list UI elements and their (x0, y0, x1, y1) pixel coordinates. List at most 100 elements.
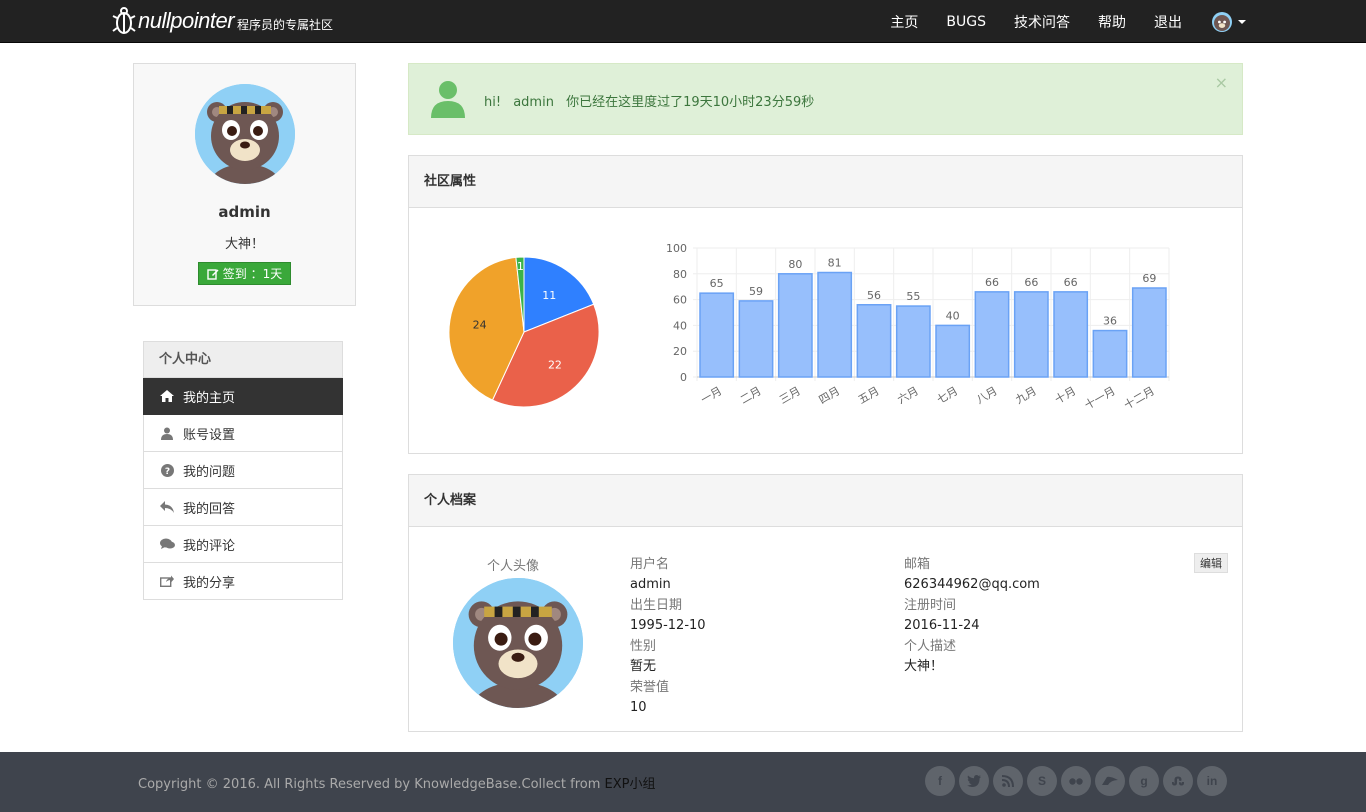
menu-item-label: 我的分享 (183, 575, 236, 591)
avatar (1212, 11, 1232, 32)
bar-value-label-8: 66 (1024, 276, 1038, 289)
user-dropdown[interactable] (1212, 11, 1246, 32)
nav-help[interactable]: 帮助 (1084, 12, 1140, 32)
facebook-icon[interactable]: f (925, 766, 955, 796)
x-tick-label-0: 一月 (699, 384, 725, 406)
menu-item-my-answers[interactable]: 我的回答 (143, 489, 343, 526)
flickr-icon[interactable] (1061, 766, 1091, 796)
welcome-alert: hi! admin 你已经在这里度过了19天10小时23分59秒 × (408, 63, 1243, 135)
field-label-birthday: 出生日期 (630, 598, 683, 613)
panel-title: 社区属性 (409, 156, 1242, 208)
navbar: nullpointer 程序员的专属社区 主页 BUGS 技术问答 帮助 退出 (0, 0, 1366, 43)
menu-item-label: 我的评论 (183, 538, 236, 554)
field-label-email: 邮箱 (904, 557, 931, 572)
home-icon (159, 390, 175, 402)
bar-1 (738, 300, 774, 378)
x-tick-label-2: 三月 (777, 384, 803, 406)
menu-item-label: 我的回答 (183, 501, 236, 517)
skype-icon[interactable]: S (1027, 766, 1057, 796)
y-tick-label-5: 100 (666, 242, 687, 255)
field-label-honor: 荣誉值 (630, 680, 670, 695)
x-tick-label-4: 五月 (856, 384, 882, 406)
profile-fields-right: 邮箱 626344962@qq.com 注册时间 2016-11-24 个人描述… (904, 555, 1040, 678)
user-icon (431, 81, 465, 118)
x-tick-label-8: 九月 (1013, 384, 1039, 406)
bar-value-label-4: 56 (867, 289, 881, 302)
field-value-description: 大神！ (904, 659, 944, 674)
bar-5 (895, 305, 931, 378)
y-tick-label-0: 0 (680, 371, 687, 384)
profile-card: admin 大神！ 签到 ：1天 (133, 63, 356, 306)
bar-11 (1131, 287, 1167, 378)
bar-value-label-11: 69 (1142, 272, 1156, 285)
x-tick-label-1: 二月 (738, 384, 764, 406)
field-value-birthday: 1995-12-10 (630, 618, 706, 633)
username: admin (513, 95, 554, 110)
bar-4 (856, 304, 892, 378)
bar-value-label-0: 65 (710, 277, 724, 290)
x-tick-label-10: 十一月 (1082, 383, 1118, 412)
bear-avatar-image (453, 578, 583, 708)
avatar (453, 578, 583, 708)
pie-slice-label-0: 11 (542, 289, 556, 302)
group-link[interactable]: EXP小组 (605, 777, 656, 792)
personal-profile-panel: 个人档案 个人头像 用户名 admin 出生日期 1995-12-10 性别 暂… (408, 474, 1243, 732)
x-tick-label-3: 四月 (817, 384, 843, 406)
menu-item-label: 我的问题 (183, 464, 236, 480)
x-tick-label-7: 八月 (974, 384, 1000, 406)
avatar-label: 个人头像 (487, 559, 540, 574)
field-value-honor: 10 (630, 700, 647, 715)
bar-3 (817, 271, 853, 378)
google-icon[interactable]: g (1129, 766, 1159, 796)
question-circle-icon: ? (159, 463, 175, 477)
rss-icon[interactable] (993, 766, 1023, 796)
bug-logo-icon (112, 7, 136, 34)
menu-item-my-comments[interactable]: 我的评论 (143, 526, 343, 563)
x-tick-label-11: 十二月 (1121, 383, 1157, 412)
field-value-gender: 暂无 (630, 659, 657, 674)
menu-item-label: 账号设置 (183, 427, 236, 443)
checkin-button[interactable]: 签到 ：1天 (197, 262, 292, 285)
menu-item-home[interactable]: 我的主页 (143, 378, 343, 415)
nav-logout[interactable]: 退出 (1140, 12, 1196, 32)
copyright-text: Copyright © 2016. All Rights Reserved by… (138, 777, 605, 792)
linkedin-icon[interactable]: in (1197, 766, 1227, 796)
bar-value-label-9: 66 (1064, 276, 1078, 289)
twitter-icon[interactable] (959, 766, 989, 796)
menu-item-my-questions[interactable]: ? 我的问题 (143, 452, 343, 489)
y-tick-label-4: 80 (673, 268, 687, 281)
y-tick-label-1: 20 (673, 345, 687, 358)
bar-value-label-1: 59 (749, 285, 763, 298)
brand-tagline: 程序员的专属社区 (237, 17, 334, 32)
footer: Copyright © 2016. All Rights Reserved by… (0, 752, 1366, 812)
menu-item-my-shares[interactable]: 我的分享 (143, 563, 343, 600)
copyright: Copyright © 2016. All Rights Reserved by… (138, 773, 655, 792)
social-links: f S g in (925, 766, 1231, 796)
menu-item-label: 我的主页 (183, 390, 236, 406)
menu-item-account-settings[interactable]: 账号设置 (143, 415, 343, 452)
pie-slice-label-3: 1 (517, 260, 524, 273)
delicious-icon[interactable] (1095, 766, 1125, 796)
nav-qa[interactable]: 技术问答 (1000, 12, 1084, 32)
bar-value-label-2: 80 (788, 258, 802, 271)
nav-bugs[interactable]: BUGS (932, 14, 1000, 30)
menu-header: 个人中心 (143, 341, 343, 378)
x-tick-label-5: 六月 (895, 384, 921, 406)
user-icon (159, 427, 175, 440)
edit-icon (207, 268, 219, 280)
y-tick-label-2: 40 (673, 319, 687, 332)
edit-button[interactable]: 编辑 (1194, 553, 1228, 573)
field-label-description: 个人描述 (904, 639, 957, 654)
panel-title: 个人档案 (409, 475, 1242, 527)
brand-name: nullpointer (138, 8, 235, 33)
nav-home[interactable]: 主页 (876, 12, 932, 32)
profile-fields-left: 用户名 admin 出生日期 1995-12-10 性别 暂无 荣誉值 10 (630, 555, 706, 719)
greeting: hi! (484, 95, 502, 110)
close-icon[interactable]: × (1215, 73, 1228, 92)
field-label-register-date: 注册时间 (904, 598, 957, 613)
stumbleupon-icon[interactable] (1163, 766, 1193, 796)
pie-slice-label-2: 24 (473, 319, 487, 332)
brand-logo[interactable]: nullpointer 程序员的专属社区 (112, 4, 333, 38)
profile-title: 大神！ (224, 237, 264, 252)
stats-charts: 11 22 24 1 0 20 40 60 80 100 65 一月 59 二月 80 三月 81 四月 56 五月 5… (448, 242, 1170, 412)
